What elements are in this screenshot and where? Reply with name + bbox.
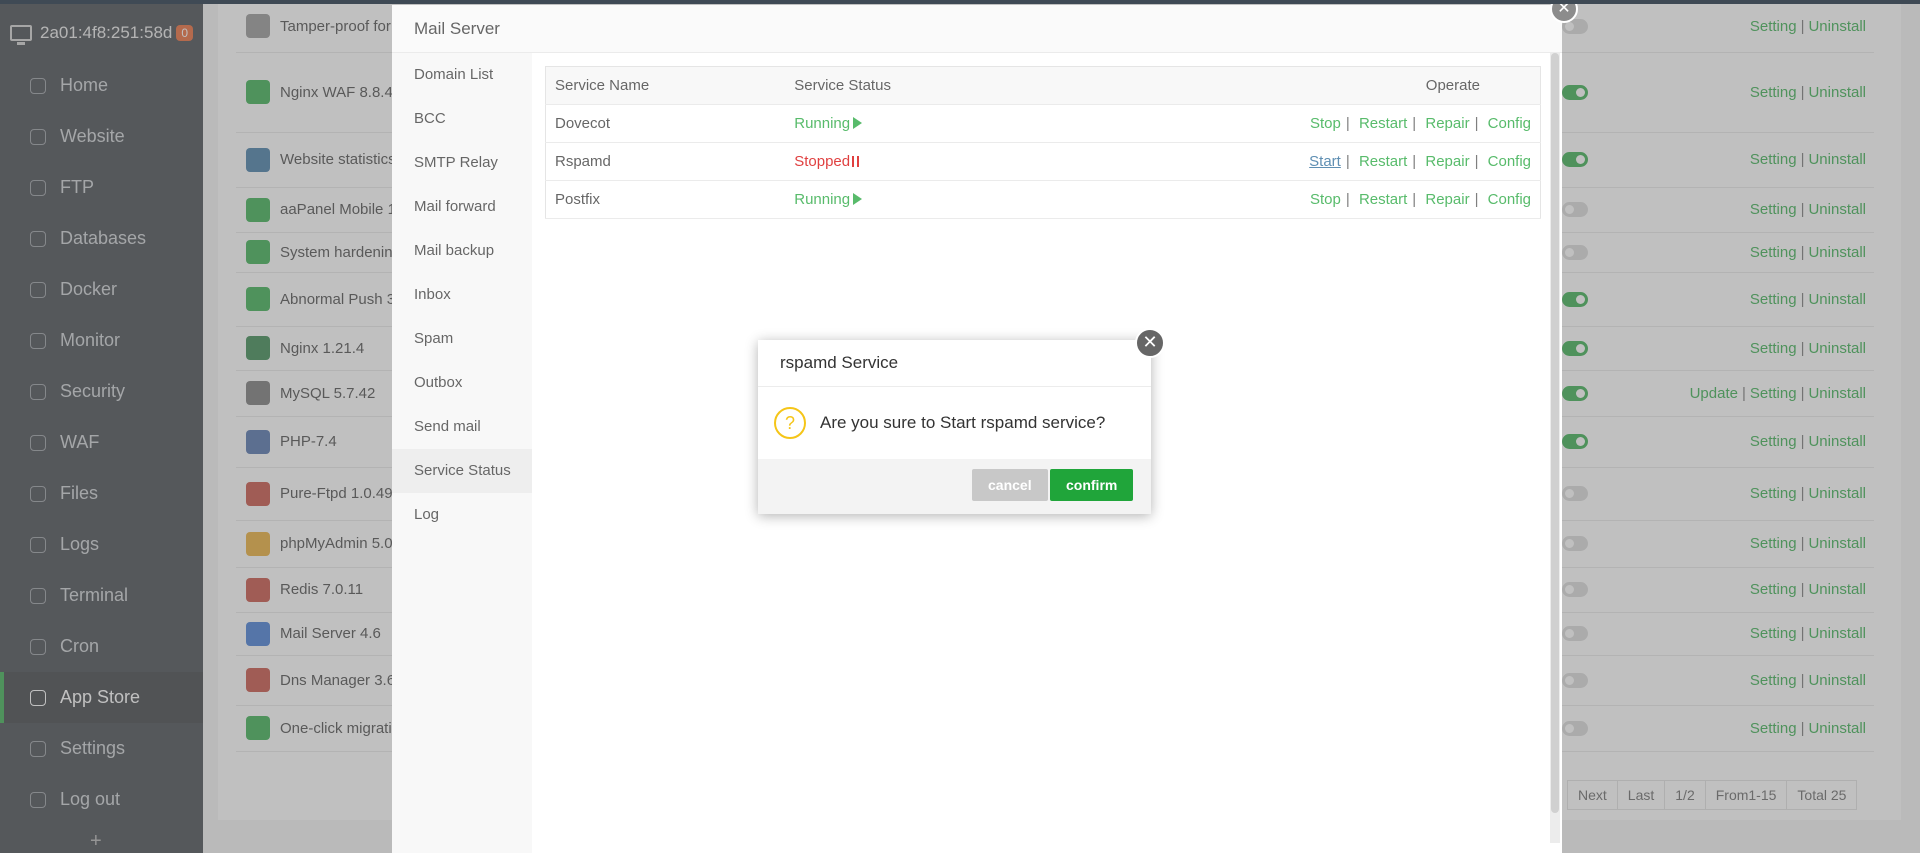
dialog-body: ? Are you sure to Start rspamd service?	[758, 387, 1151, 459]
dialog-message: Are you sure to Start rspamd service?	[820, 413, 1106, 432]
confirm-button[interactable]: confirm	[1050, 469, 1134, 501]
question-icon: ?	[774, 407, 806, 439]
dialog-footer: cancel confirm	[758, 459, 1151, 514]
cancel-button[interactable]: cancel	[972, 469, 1048, 501]
confirm-dialog: rspamd Service ✕ ? Are you sure to Start…	[758, 328, 1165, 514]
top-line	[0, 0, 1920, 4]
close-icon[interactable]: ✕	[1135, 328, 1165, 358]
dialog-title: rspamd Service	[758, 340, 1151, 387]
